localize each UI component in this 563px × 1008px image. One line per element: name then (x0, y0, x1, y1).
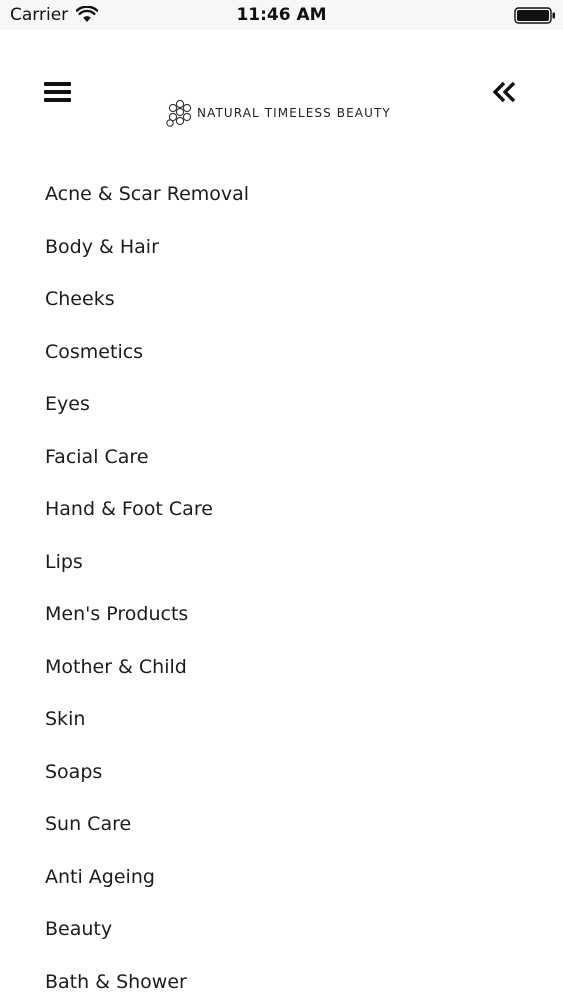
brand-logo[interactable]: NATURAL TIMELESS BEAUTY (165, 99, 405, 127)
menu-item-cosmetics[interactable]: Cosmetics (0, 326, 563, 379)
menu-item-cheeks[interactable]: Cheeks (0, 273, 563, 326)
brand-name: NATURAL TIMELESS BEAUTY (197, 106, 391, 120)
menu-item-bath-shower[interactable]: Bath & Shower (0, 956, 563, 1008)
menu-item-hand-foot-care[interactable]: Hand & Foot Care (0, 483, 563, 536)
hamburger-icon-bar (44, 90, 71, 94)
menu-item-eyes[interactable]: Eyes (0, 378, 563, 431)
hamburger-icon-bar (44, 98, 71, 102)
battery-icon (514, 7, 556, 24)
hamburger-menu-button[interactable] (44, 80, 72, 104)
status-bar: Carrier 11:46 AM (0, 0, 563, 30)
menu-item-beauty[interactable]: Beauty (0, 903, 563, 956)
menu-item-mens-products[interactable]: Men's Products (0, 588, 563, 641)
hamburger-icon (44, 82, 71, 86)
hexagon-cluster-icon (165, 99, 195, 127)
menu-item-mother-child[interactable]: Mother & Child (0, 641, 563, 694)
menu-item-acne-scar-removal[interactable]: Acne & Scar Removal (0, 168, 563, 221)
menu-item-anti-ageing[interactable]: Anti Ageing (0, 851, 563, 904)
menu-item-sun-care[interactable]: Sun Care (0, 798, 563, 851)
menu-item-lips[interactable]: Lips (0, 536, 563, 589)
menu-item-soaps[interactable]: Soaps (0, 746, 563, 799)
status-time: 11:46 AM (0, 4, 563, 26)
double-chevron-left-icon (492, 80, 518, 104)
menu-item-body-hair[interactable]: Body & Hair (0, 221, 563, 274)
menu-item-facial-care[interactable]: Facial Care (0, 431, 563, 484)
menu-item-skin[interactable]: Skin (0, 693, 563, 746)
collapse-menu-button[interactable] (492, 80, 518, 104)
category-menu: Acne & Scar Removal Body & Hair Cheeks C… (0, 168, 563, 1008)
